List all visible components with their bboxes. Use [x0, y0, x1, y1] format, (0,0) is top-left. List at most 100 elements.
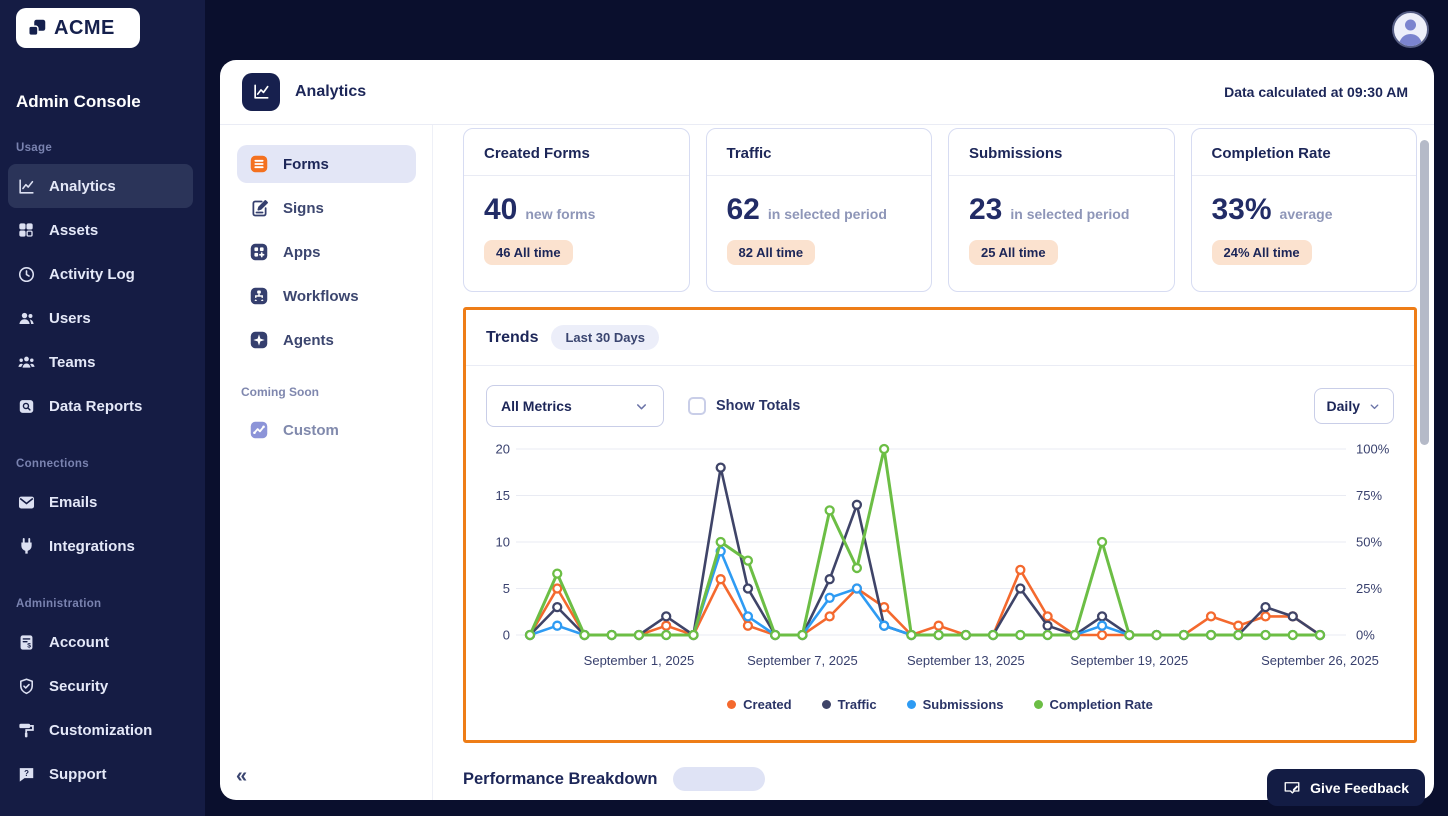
- svg-text:?: ?: [24, 768, 29, 777]
- sidebar-item-analytics[interactable]: Analytics: [8, 164, 193, 208]
- svg-text:September 26, 2025: September 26, 2025: [1261, 653, 1379, 668]
- paint-roller-icon: [16, 720, 36, 740]
- svg-text:50%: 50%: [1356, 535, 1382, 550]
- performance-breakdown-title: Performance Breakdown: [463, 769, 658, 788]
- show-totals-checkbox[interactable]: [688, 397, 706, 415]
- chevron-down-icon: [1368, 400, 1381, 413]
- svg-text:15: 15: [496, 488, 510, 503]
- sidebar-item-activity-log[interactable]: Activity Log: [8, 252, 193, 296]
- analytics-subnav: Forms Signs Apps Workflows Agents Coming…: [220, 125, 433, 800]
- sidebar-item-emails[interactable]: Emails: [8, 480, 193, 524]
- sidebar-item-label: Data Reports: [49, 397, 143, 415]
- legend-label: Traffic: [837, 697, 877, 712]
- vertical-scrollbar-thumb[interactable]: [1420, 140, 1429, 445]
- svg-text:0%: 0%: [1356, 628, 1375, 643]
- legend-dot: [821, 700, 831, 709]
- coming-soon-label: Coming Soon: [241, 385, 319, 399]
- plug-icon: [16, 536, 36, 556]
- analytics-header-icon: [242, 73, 280, 111]
- trends-card-highlighted: Trends Last 30 Days All Metrics Show Tot…: [463, 307, 1417, 743]
- section-label-usage: Usage: [16, 142, 53, 154]
- sidebar-item-label: Emails: [49, 493, 98, 511]
- custom-icon: [248, 419, 270, 441]
- users-icon: [16, 308, 36, 328]
- analytics-content: Created Forms 40 new forms 46 All time Tr…: [433, 125, 1434, 800]
- stat-unit: in selected period: [767, 206, 887, 222]
- svg-text:0: 0: [503, 628, 510, 643]
- interval-select[interactable]: Daily: [1313, 388, 1394, 424]
- subnav-item-forms[interactable]: Forms: [237, 145, 416, 183]
- sidebar-item-security[interactable]: Security: [8, 664, 193, 708]
- acme-logo[interactable]: ACME: [16, 8, 140, 48]
- sidebar-item-account[interactable]: $ Account: [8, 620, 193, 664]
- subnav-item-custom[interactable]: Custom: [237, 411, 416, 449]
- chevron-down-icon: [634, 399, 649, 414]
- user-avatar[interactable]: [1392, 11, 1429, 48]
- stat-title: Completion Rate: [1191, 129, 1416, 176]
- sidebar-item-users[interactable]: Users: [8, 296, 193, 340]
- subnav-item-agents[interactable]: Agents: [237, 321, 416, 359]
- legend-item[interactable]: Created: [727, 697, 792, 712]
- sidebar-item-label: Support: [49, 765, 107, 783]
- legend-item[interactable]: Completion Rate: [1033, 697, 1153, 712]
- email-icon: [16, 492, 36, 512]
- sidebar-item-customization[interactable]: Customization: [8, 708, 193, 752]
- subnav-item-workflows[interactable]: Workflows: [237, 277, 416, 315]
- legend-dot: [727, 700, 737, 709]
- all-time-badge: 46 All time: [484, 240, 573, 265]
- sidebar-item-assets[interactable]: Assets: [8, 208, 193, 252]
- sidebar-item-label: Teams: [49, 353, 96, 371]
- section-label-administration: Administration: [16, 598, 102, 610]
- stat-title: Created Forms: [464, 129, 689, 176]
- data-calculated-status: Data calculated at 09:30 AM: [1224, 84, 1408, 100]
- legend-dot: [906, 700, 916, 709]
- stat-unit: new forms: [525, 206, 596, 222]
- analytics-panel: Analytics Data calculated at 09:30 AM Fo…: [220, 60, 1434, 800]
- legend-item[interactable]: Traffic: [821, 697, 877, 712]
- sidebar-item-support[interactable]: ? Support: [8, 752, 193, 796]
- trends-chart: 0 0% 5 25% 10 50% 15 75% 20 100% September 1, 2025…: [496, 442, 1390, 669]
- sidebar-item-label: Analytics: [49, 177, 116, 195]
- svg-text:September 19, 2025: September 19, 2025: [1070, 653, 1188, 668]
- stat-card-submissions: Submissions 23 in selected period 25 All …: [948, 128, 1175, 292]
- stat-unit: in selected period: [1010, 206, 1130, 222]
- activity-log-icon: [16, 264, 36, 284]
- help-chat-icon: ?: [16, 764, 36, 784]
- subnav-item-label: Workflows: [283, 287, 359, 305]
- show-totals-toggle[interactable]: Show Totals: [688, 397, 800, 415]
- metrics-select[interactable]: All Metrics: [486, 385, 664, 427]
- give-feedback-button[interactable]: Give Feedback: [1267, 769, 1425, 806]
- stat-value: 62: [726, 193, 760, 226]
- stat-value: 33%: [1211, 193, 1272, 226]
- assets-icon: [16, 220, 36, 240]
- shield-icon: [16, 676, 36, 696]
- svg-text:100%: 100%: [1356, 442, 1390, 457]
- sidebar-item-label: Account: [49, 633, 109, 651]
- subnav-item-apps[interactable]: Apps: [237, 233, 416, 271]
- sidebar-item-label: Customization: [49, 721, 153, 739]
- svg-text:75%: 75%: [1356, 488, 1382, 503]
- legend-label: Submissions: [922, 697, 1004, 712]
- trends-chart-area: 0 0% 5 25% 10 50% 15 75% 20 100% September 1, 2025…: [466, 437, 1414, 689]
- metrics-select-value: All Metrics: [501, 398, 572, 414]
- collapse-sidebar-button[interactable]: «: [236, 765, 247, 788]
- subnav-item-label: Signs: [283, 199, 324, 217]
- trends-controls: All Metrics Show Totals Daily: [466, 366, 1414, 437]
- sidebar-item-label: Security: [49, 677, 109, 695]
- sidebar-item-label: Integrations: [49, 537, 135, 555]
- sidebar-item-data-reports[interactable]: Data Reports: [8, 384, 193, 428]
- svg-text:September 7, 2025: September 7, 2025: [747, 653, 858, 668]
- feedback-label: Give Feedback: [1310, 779, 1409, 796]
- legend-dot: [1033, 700, 1043, 709]
- stat-unit: average: [1279, 206, 1333, 222]
- stat-value: 40: [484, 193, 518, 226]
- trends-header: Trends Last 30 Days: [466, 310, 1414, 366]
- subnav-item-label: Agents: [283, 331, 334, 349]
- sidebar-item-integrations[interactable]: Integrations: [8, 524, 193, 568]
- sidebar-item-teams[interactable]: Teams: [8, 340, 193, 384]
- stat-card-created-forms: Created Forms 40 new forms 46 All time: [463, 128, 690, 292]
- subnav-item-signs[interactable]: Signs: [237, 189, 416, 227]
- stat-value: 23: [969, 193, 1003, 226]
- trends-title: Trends: [486, 328, 539, 346]
- legend-item[interactable]: Submissions: [906, 697, 1004, 712]
